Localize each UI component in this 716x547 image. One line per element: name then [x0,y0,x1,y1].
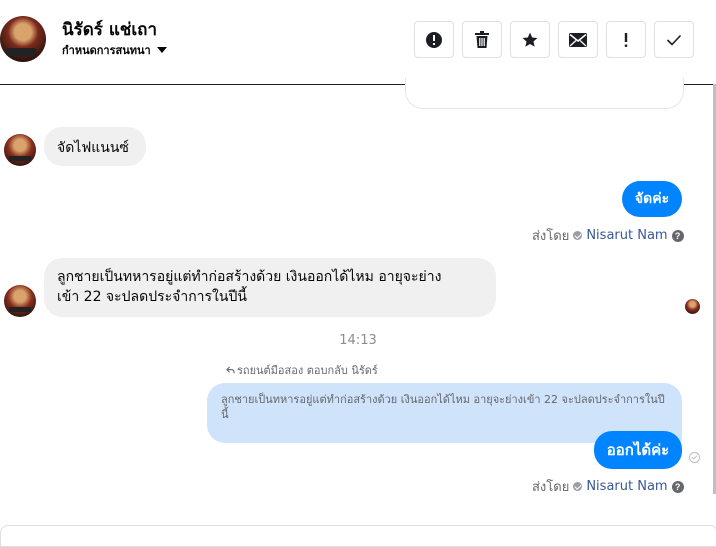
star-icon [522,32,538,47]
envelope-icon [569,32,587,47]
alert-button[interactable] [414,21,454,58]
incoming-message[interactable]: จัดไฟแนนซ์ [44,127,146,166]
mail-button[interactable] [558,21,598,58]
mark-button[interactable] [606,21,646,58]
contact-avatar-small[interactable] [4,134,36,166]
delivered-status-icon [689,452,700,463]
incoming-message[interactable]: ลูกชายเป็นทหารอยู่แต่ทำก่อสร้างด้วย เงิน… [44,258,496,317]
seen-avatar [685,299,700,314]
star-button[interactable] [510,21,550,58]
message-text: ออกได้ค่ะ [606,441,670,459]
message-text-line: ลูกชายเป็นทหารอยู่แต่ทำก่อสร้างด้วย เงิน… [57,269,442,285]
sent-by-label: ส่งโดย [532,229,570,244]
sent-by-line: ส่งโดย Nisarut Nam ? [532,225,684,246]
message-text: จัดไฟแนนซ์ [57,140,129,156]
exclamation-icon [624,32,628,47]
sender-name-link[interactable]: Nisarut Nam [586,228,667,243]
assign-conversation-label: กำหนดการสนทนา [62,44,151,57]
outgoing-message[interactable]: จัดค่ะ [622,181,682,217]
sent-by-line: ส่งโดย Nisarut Nam ? [532,476,684,497]
time-divider: 14:13 [339,333,377,348]
sender-name-link[interactable]: Nisarut Nam [586,479,667,494]
message-text-line: เข้า 22 จะปลดประจำการในปีนี้ [57,289,247,305]
reply-header-text: รถยนต์มือสอง ตอบกลับ นิรัดร์ [237,364,378,377]
contact-avatar[interactable] [0,16,46,62]
trash-icon [475,30,489,48]
caret-down-icon [156,47,167,53]
exclamation-circle-icon [426,31,442,48]
contact-avatar-small[interactable] [4,285,36,317]
reply-header: รถยนต์มือสอง ตอบกลับ นิรัดร์ [226,361,378,379]
help-icon[interactable]: ? [671,480,684,493]
outgoing-message[interactable]: ออกได้ค่ะ [594,431,682,469]
check-icon [666,34,682,46]
quoted-text: ลูกชายเป็นทหารอยู่แต่ทำก่อสร้างด้วย เงิน… [221,393,665,421]
assign-conversation-dropdown[interactable]: กำหนดการสนทนา [62,41,167,59]
help-icon[interactable]: ? [671,229,684,242]
contact-name[interactable]: นิรัดร์ แช่เถา [62,16,157,43]
reply-arrow-icon [226,366,235,373]
sent-by-label: ส่งโดย [532,480,570,495]
delete-button[interactable] [462,21,502,58]
previous-message-bubble [405,78,684,109]
message-text: จัดค่ะ [634,191,670,207]
verified-check-icon [573,231,583,240]
done-button[interactable] [654,21,694,58]
message-composer[interactable] [0,525,716,547]
conversation-header: นิรัดร์ แช่เถา กำหนดการสนทนา [0,0,716,85]
verified-check-icon [573,482,583,491]
